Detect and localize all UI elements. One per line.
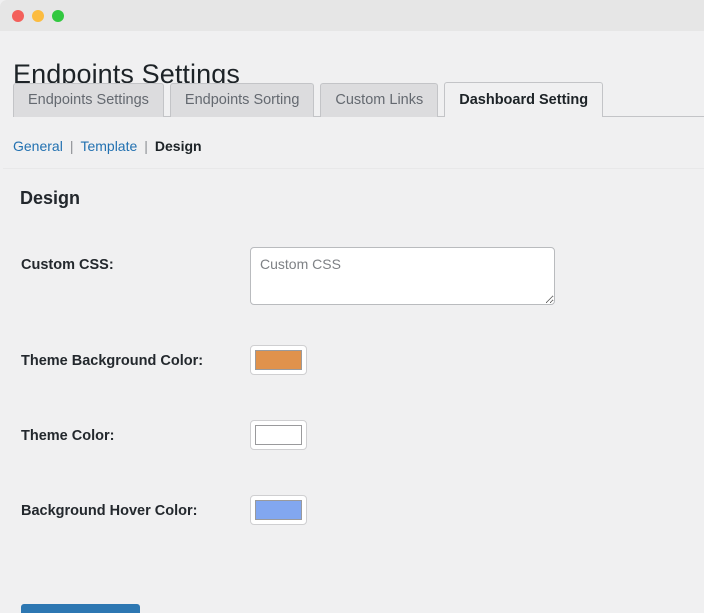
field-background-hover-color	[250, 495, 307, 525]
close-button[interactable]	[12, 10, 24, 22]
tab-bar: Endpoints Settings Endpoints Sorting Cus…	[0, 82, 704, 117]
tab-list: Endpoints Settings Endpoints Sorting Cus…	[13, 82, 604, 117]
window-controls	[12, 10, 64, 22]
section-heading: Design	[20, 188, 81, 208]
app-window: Endpoints Settings Endpoints Settings En…	[0, 0, 704, 613]
theme-color-swatch	[255, 425, 302, 445]
minimize-button[interactable]	[32, 10, 44, 22]
subnav-separator: |	[69, 138, 74, 154]
subnav-separator: |	[144, 138, 148, 154]
label-theme-background-color: Theme Background Color:	[21, 353, 204, 369]
subnav-link-template[interactable]: Template	[80, 139, 137, 153]
maximize-button[interactable]	[52, 10, 64, 22]
custom-css-input[interactable]	[250, 247, 555, 305]
label-theme-color: Theme Color:	[21, 428, 115, 444]
theme-background-color-picker[interactable]	[250, 345, 307, 375]
background-hover-color-picker[interactable]	[250, 495, 307, 525]
tab-custom-links[interactable]: Custom Links	[320, 83, 439, 117]
window-titlebar	[0, 0, 704, 31]
save-settings-button[interactable]: Save Settings	[21, 604, 141, 613]
tab-endpoints-settings[interactable]: Endpoints Settings	[13, 83, 164, 117]
field-theme-color	[250, 420, 307, 450]
subnav: General | Template | Design	[13, 139, 202, 153]
label-custom-css: Custom CSS:	[21, 257, 114, 273]
content-divider	[3, 168, 704, 169]
subnav-link-general[interactable]: General	[13, 139, 63, 153]
subnav-current-design: Design	[154, 138, 202, 154]
tab-dashboard-setting[interactable]: Dashboard Setting	[444, 82, 604, 117]
theme-background-color-swatch	[255, 350, 302, 370]
tab-endpoints-sorting[interactable]: Endpoints Sorting	[169, 83, 315, 117]
field-theme-background-color	[250, 345, 307, 375]
label-background-hover-color: Background Hover Color:	[21, 503, 198, 519]
theme-color-picker[interactable]	[250, 420, 307, 450]
page-body: Endpoints Settings Endpoints Settings En…	[0, 31, 704, 613]
field-custom-css	[250, 247, 555, 310]
background-hover-color-swatch	[255, 500, 302, 520]
